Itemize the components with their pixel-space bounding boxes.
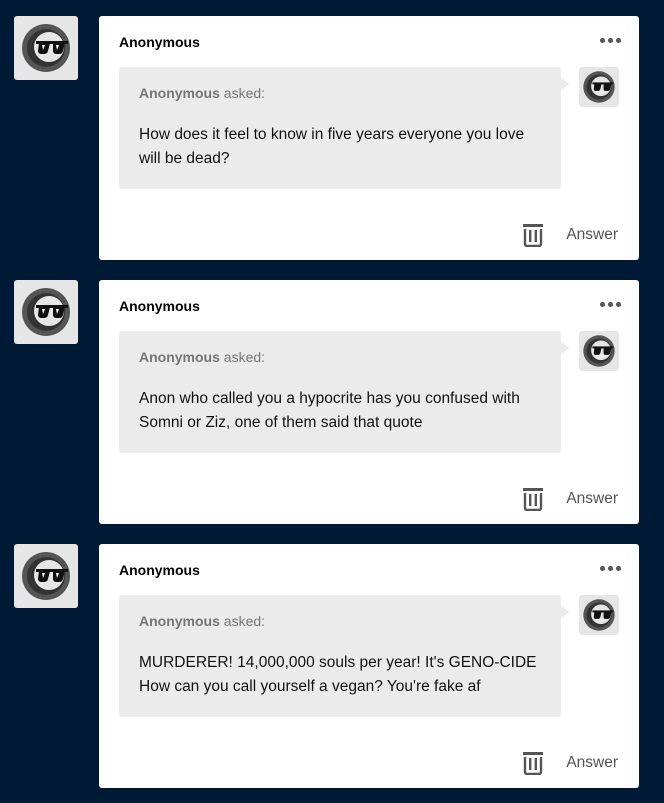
answer-button[interactable]: Answer bbox=[566, 226, 618, 244]
post-card: Anonymous Anonymous asked: MURDERER! 14,… bbox=[99, 544, 639, 788]
asker-name[interactable]: Anonymous bbox=[139, 85, 220, 101]
post-author[interactable]: Anonymous bbox=[119, 562, 200, 578]
more-options-icon[interactable] bbox=[600, 566, 621, 571]
post-card: Anonymous Anonymous asked: Anon who call… bbox=[99, 280, 639, 524]
anonymous-mini-avatar-icon bbox=[579, 67, 619, 107]
more-options-icon[interactable] bbox=[600, 38, 621, 43]
trash-icon[interactable] bbox=[522, 223, 544, 247]
question-bubble: Anonymous asked: How does it feel to kno… bbox=[119, 67, 569, 189]
post-author[interactable]: Anonymous bbox=[119, 34, 200, 50]
asked-label: asked: bbox=[219, 613, 266, 629]
more-options-icon[interactable] bbox=[600, 302, 621, 307]
asker-name[interactable]: Anonymous bbox=[139, 613, 220, 629]
asker-line: Anonymous asked: bbox=[139, 613, 265, 629]
question-bubble: Anonymous asked: Anon who called you a h… bbox=[119, 331, 569, 453]
anonymous-avatar-icon[interactable] bbox=[14, 280, 78, 344]
post-actions: Answer bbox=[522, 751, 618, 775]
post-card: Anonymous Anonymous asked: How does it f… bbox=[99, 16, 639, 260]
asker-name[interactable]: Anonymous bbox=[139, 349, 220, 365]
ask-post: Anonymous Anonymous asked: How does it f… bbox=[0, 16, 664, 260]
asker-line: Anonymous asked: bbox=[139, 349, 265, 365]
anonymous-avatar-icon[interactable] bbox=[14, 16, 78, 80]
post-actions: Answer bbox=[522, 487, 618, 511]
ask-post: Anonymous Anonymous asked: MURDERER! 14,… bbox=[0, 544, 664, 788]
post-author[interactable]: Anonymous bbox=[119, 298, 200, 314]
anonymous-mini-avatar-icon bbox=[579, 595, 619, 635]
answer-button[interactable]: Answer bbox=[566, 490, 618, 508]
question-bubble: Anonymous asked: MURDERER! 14,000,000 so… bbox=[119, 595, 569, 717]
asked-label: asked: bbox=[219, 85, 266, 101]
trash-icon[interactable] bbox=[522, 751, 544, 775]
answer-button[interactable]: Answer bbox=[566, 754, 618, 772]
asker-line: Anonymous asked: bbox=[139, 85, 265, 101]
anonymous-avatar-icon[interactable] bbox=[14, 544, 78, 608]
question-text: How does it feel to know in five years e… bbox=[139, 126, 525, 167]
question-text: Anon who called you a hypocrite has you … bbox=[139, 390, 520, 431]
question-text: MURDERER! 14,000,000 souls per year! It'… bbox=[139, 654, 537, 695]
post-actions: Answer bbox=[522, 223, 618, 247]
trash-icon[interactable] bbox=[522, 487, 544, 511]
asked-label: asked: bbox=[219, 349, 266, 365]
anonymous-mini-avatar-icon bbox=[579, 331, 619, 371]
ask-post: Anonymous Anonymous asked: Anon who call… bbox=[0, 280, 664, 524]
